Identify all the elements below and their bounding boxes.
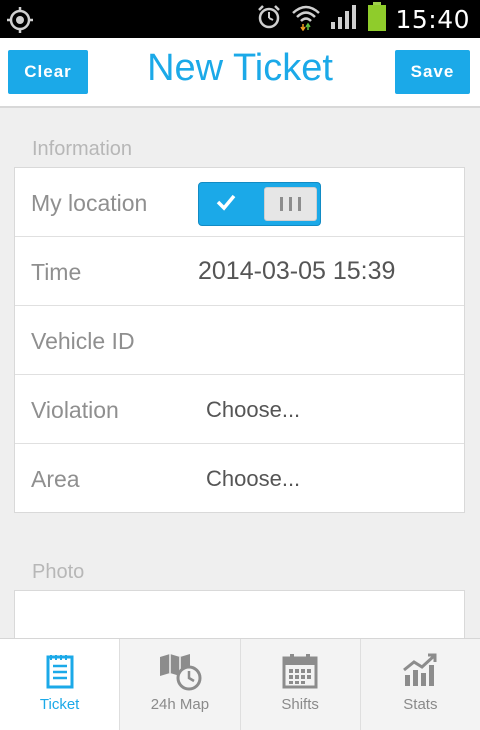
bottom-tab-bar: Ticket 24h Map Shifts Stats (0, 638, 480, 730)
gps-icon (6, 6, 34, 39)
tab-stats-label: Stats (403, 696, 438, 713)
tab-24h-map[interactable]: 24h Map (120, 639, 241, 730)
my-location-label: My location (31, 190, 148, 216)
vehicle-id-row[interactable]: Vehicle ID (15, 306, 464, 375)
time-value[interactable]: 2014-03-05 15:39 (198, 257, 395, 286)
alarm-icon (255, 3, 283, 36)
ticket-icon (45, 653, 75, 694)
tab-shifts[interactable]: Shifts (241, 639, 361, 730)
calendar-icon (282, 653, 318, 694)
my-location-row: My location (15, 168, 464, 237)
my-location-toggle[interactable] (198, 182, 321, 226)
time-label: Time (31, 259, 82, 285)
status-bar: 15:40 (0, 0, 480, 38)
photo-section-label: Photo (32, 561, 85, 583)
vehicle-id-label: Vehicle ID (31, 328, 135, 354)
tab-stats[interactable]: Stats (361, 639, 480, 730)
signal-icon (329, 4, 359, 35)
tab-24h-map-label: 24h Map (150, 696, 210, 713)
information-card: My location Time 2014-03-05 15:39 Vehicl… (14, 167, 465, 513)
save-button[interactable]: Save (395, 50, 470, 94)
information-section-label: Information (32, 138, 133, 160)
status-time: 15:40 (395, 4, 470, 34)
time-row[interactable]: Time 2014-03-05 15:39 (15, 237, 464, 306)
app-header: Clear New Ticket Save (0, 38, 480, 108)
tab-shifts-label: Shifts (281, 696, 319, 713)
stats-chart-icon (402, 653, 438, 692)
violation-row[interactable]: Violation Choose... (15, 375, 464, 444)
tab-ticket[interactable]: Ticket (0, 639, 121, 730)
violation-label: Violation (31, 397, 119, 423)
battery-icon (367, 1, 387, 37)
tab-ticket-label: Ticket (39, 696, 80, 713)
area-label: Area (31, 466, 80, 492)
violation-select[interactable]: Choose... (206, 397, 300, 423)
map-clock-icon (158, 653, 202, 696)
check-icon (215, 191, 237, 218)
wifi-icon (291, 3, 321, 36)
area-select[interactable]: Choose... (206, 466, 300, 492)
area-row[interactable]: Area Choose... (15, 444, 464, 512)
toggle-knob[interactable] (264, 187, 317, 221)
